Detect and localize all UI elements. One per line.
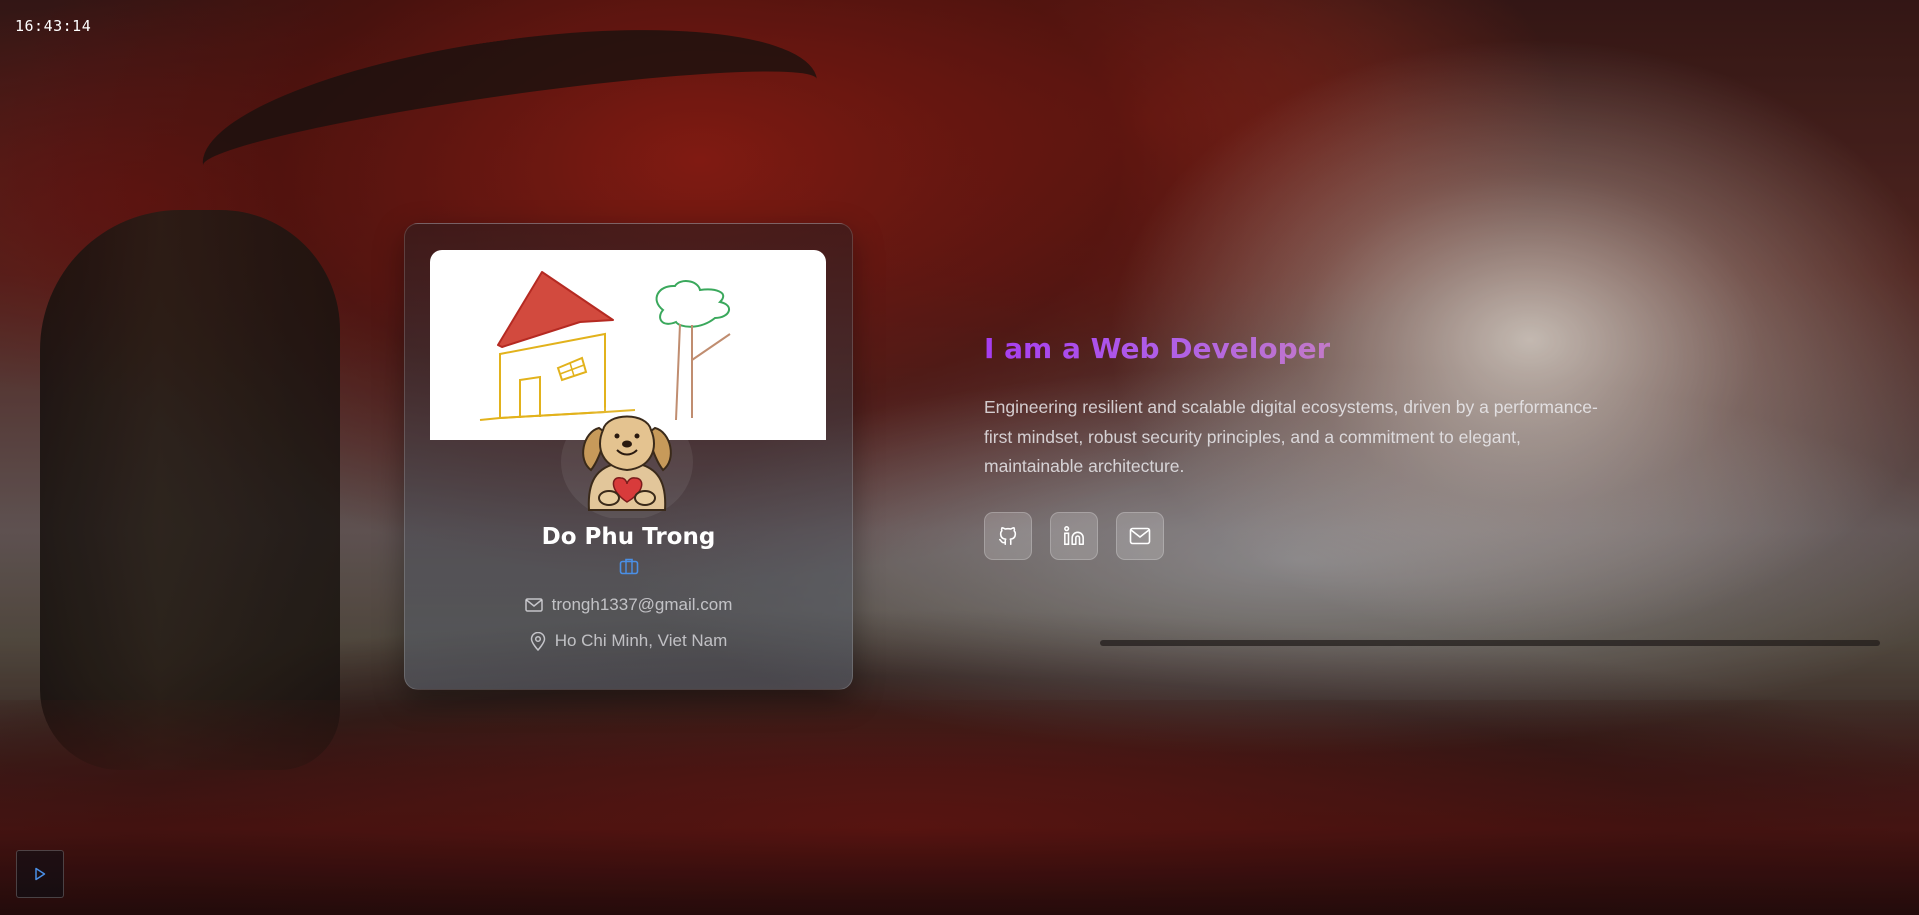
avatar — [547, 398, 707, 520]
linkedin-button[interactable] — [1050, 512, 1098, 560]
hero-description: Engineering resilient and scalable digit… — [984, 397, 1598, 476]
linkedin-icon — [1064, 526, 1084, 546]
briefcase-icon — [619, 558, 639, 575]
contact-location: Ho Chi Minh, Viet Nam — [405, 631, 852, 651]
map-pin-icon — [530, 631, 545, 651]
profile-name: Do Phu Trong — [541, 524, 716, 550]
mail-button[interactable] — [1116, 512, 1164, 560]
clock: 16:43:14 — [15, 17, 92, 35]
email-text[interactable]: trongh1337@gmail.com — [552, 595, 733, 615]
hero-headline: I am a Web Developer — [984, 332, 1331, 365]
github-button[interactable] — [984, 512, 1032, 560]
github-icon — [998, 527, 1017, 546]
location-text: Ho Chi Minh, Viet Nam — [554, 631, 728, 650]
background-overlay — [0, 0, 1919, 915]
profile-card: Do Phu Trong trongh1337@gmail.com Ho Chi… — [404, 223, 853, 690]
mail-icon — [1129, 527, 1151, 545]
play-icon — [35, 867, 46, 881]
music-play-button[interactable] — [16, 850, 64, 898]
contact-email: trongh1337@gmail.com — [405, 595, 852, 615]
mail-icon — [524, 598, 543, 612]
background-scene: 16:43:14 Do Phu Trong trongh1337@gmail.c… — [0, 0, 1919, 915]
